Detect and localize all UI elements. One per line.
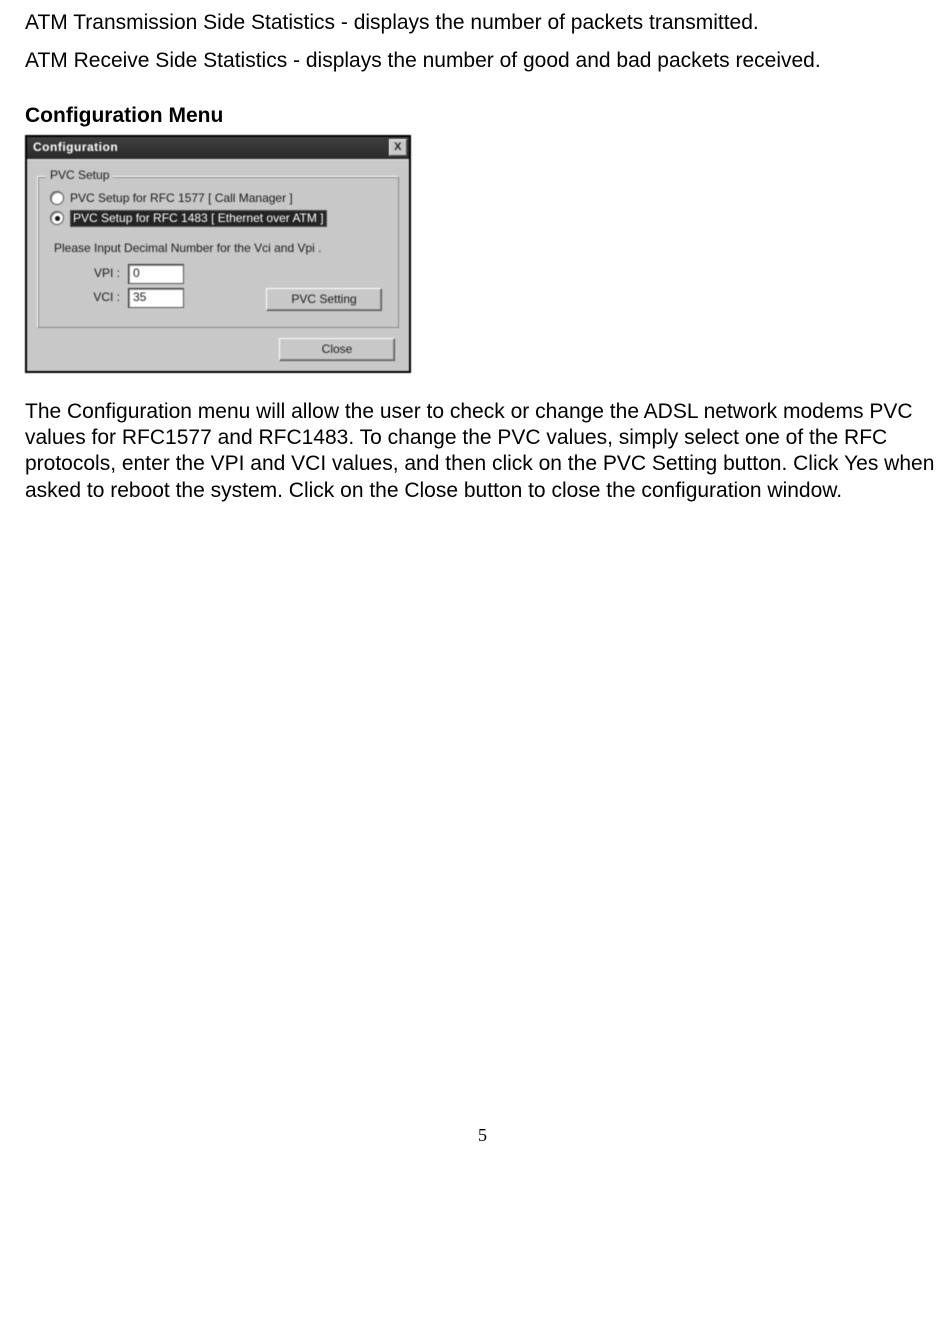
radio-label-rfc1483: PVC Setup for RFC 1483 [ Ethernet over A… — [70, 210, 327, 227]
close-button[interactable]: Close — [279, 338, 395, 361]
dialog-title: Configuration — [33, 140, 389, 155]
vci-input[interactable]: 35 — [128, 288, 184, 308]
vpi-label: VPI : — [86, 266, 120, 281]
vci-label: VCI : — [86, 290, 120, 305]
paragraph-atm-rx: ATM Receive Side Statistics - displays t… — [25, 48, 940, 74]
configuration-dialog: Configuration X PVC Setup PVC Setup for … — [27, 137, 409, 371]
close-icon[interactable]: X — [389, 139, 407, 156]
radio-icon[interactable] — [50, 211, 64, 225]
hint-text: Please Input Decimal Number for the Vci … — [54, 241, 386, 256]
page-number: 5 — [25, 1124, 940, 1147]
pvc-setup-group: PVC Setup PVC Setup for RFC 1577 [ Call … — [37, 176, 399, 328]
configuration-dialog-screenshot: Configuration X PVC Setup PVC Setup for … — [25, 135, 411, 373]
radio-row-rfc1577[interactable]: PVC Setup for RFC 1577 [ Call Manager ] — [50, 191, 386, 206]
group-caption: PVC Setup — [46, 168, 113, 183]
vpi-row: VPI : 0 — [86, 264, 386, 284]
radio-icon[interactable] — [50, 191, 64, 205]
radio-row-rfc1483[interactable]: PVC Setup for RFC 1483 [ Ethernet over A… — [50, 210, 386, 227]
dialog-titlebar: Configuration X — [27, 137, 409, 159]
paragraph-config-desc: The Configuration menu will allow the us… — [25, 399, 940, 504]
paragraph-atm-tx: ATM Transmission Side Statistics - displ… — [25, 10, 940, 36]
heading-configuration-menu: Configuration Menu — [25, 103, 940, 129]
dialog-body: PVC Setup PVC Setup for RFC 1577 [ Call … — [27, 159, 409, 371]
pvc-setting-button[interactable]: PVC Setting — [266, 288, 382, 311]
radio-label-rfc1577: PVC Setup for RFC 1577 [ Call Manager ] — [70, 191, 293, 206]
vpi-input[interactable]: 0 — [128, 264, 184, 284]
